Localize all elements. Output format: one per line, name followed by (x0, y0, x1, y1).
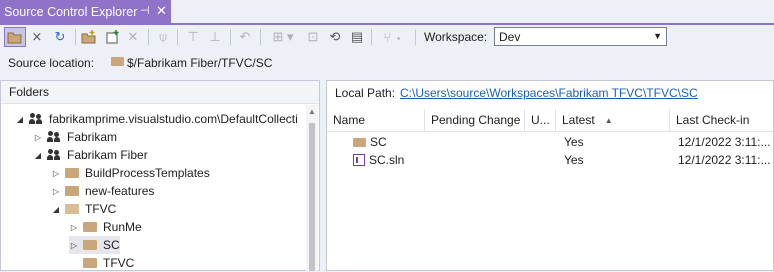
collapsed-icon[interactable]: ▷ (33, 133, 43, 142)
toolbar-separator (260, 29, 261, 45)
file-name-cell: SC (353, 135, 387, 149)
column-header-pending-change[interactable]: Pending Change (425, 109, 525, 131)
workspace-dropdown[interactable]: Dev ▼ (494, 27, 667, 46)
folders-header: Folders (1, 81, 319, 104)
tree-item-label: RunMe (103, 220, 142, 234)
toolbar-separator (371, 29, 372, 45)
folder-icon (65, 186, 79, 196)
tree-item[interactable]: ▷ RunMe (69, 218, 142, 236)
toolbar-separator (75, 29, 76, 45)
tree-item[interactable]: ▷ SC (69, 236, 120, 254)
folder-icon (83, 222, 97, 232)
add-items-icon[interactable] (102, 27, 122, 47)
title-bar: Source Control Explorer ⊣ ✕ (0, 0, 774, 23)
delete-icon[interactable]: ✕ (124, 27, 142, 47)
tree-item[interactable]: TFVC (69, 254, 134, 272)
tree-item-label: Fabrikam Fiber (67, 148, 148, 162)
tab-source-control-explorer[interactable]: Source Control Explorer ⊣ ✕ (0, 0, 171, 23)
close-icon[interactable]: ✕ (156, 3, 167, 19)
compare-icon[interactable]: ⊞ ▾ (266, 27, 300, 47)
expanded-icon[interactable]: ◢ (33, 151, 43, 160)
scrollbar-thumb[interactable] (309, 123, 315, 271)
tree-item-label: SC (103, 238, 120, 252)
local-path-link[interactable]: C:\Users\source\Workspaces\Fabrikam TFVC… (400, 86, 698, 100)
collapsed-icon[interactable]: ▷ (51, 187, 61, 196)
folder-icon (111, 57, 124, 66)
team-project-icon (29, 113, 43, 125)
folders-title: Folders (9, 85, 50, 99)
tree-item-label: new-features (85, 184, 155, 198)
expanded-icon[interactable]: ◢ (15, 115, 25, 124)
source-location-bar: Source location: $/Fabrikam Fiber/TFVC/S… (0, 52, 774, 74)
sort-ascending-icon: ▲ (604, 115, 613, 125)
refresh-icon[interactable]: ↻ (50, 27, 70, 47)
toolbar-separator (415, 29, 416, 45)
history-icon[interactable]: ⟲ (326, 27, 344, 47)
scroll-up-icon[interactable]: ▲ (308, 107, 316, 116)
tree-item-label: BuildProcessTemplates (85, 166, 210, 180)
team-project-icon (47, 149, 61, 161)
toolbar-separator (148, 29, 149, 45)
team-project-icon (47, 131, 61, 143)
folder-icon (65, 168, 79, 178)
toolbar-separator (230, 29, 231, 45)
file-name-cell: SC.sln (353, 153, 404, 167)
vertical-scrollbar[interactable]: ▲ (306, 105, 318, 271)
folder-open-icon (65, 204, 79, 214)
tree-item[interactable]: ◢ TFVC (51, 200, 116, 218)
get-latest-icon[interactable]: ⊤ (184, 27, 202, 47)
tree-item[interactable]: ◢ fabrikamprime.visualstudio.com\DefaultC… (15, 110, 298, 128)
column-header-user[interactable]: U... (525, 109, 556, 131)
collapsed-icon[interactable]: ▷ (51, 169, 61, 178)
workspace-value: Dev (499, 29, 521, 44)
tree-item[interactable]: ▷ new-features (51, 182, 154, 200)
workspace-label: Workspace: (424, 30, 488, 44)
column-header-latest[interactable]: Latest ▲ (556, 109, 670, 131)
annotate-icon[interactable]: ▤ (348, 27, 366, 47)
chevron-down-icon: ▼ (653, 31, 662, 41)
tree-item-label: TFVC (85, 202, 117, 216)
folders-pane: Folders ◢ fabrikamprime.visualstudio.com\… (0, 80, 320, 271)
tree-item-label: Fabrikam (67, 130, 118, 144)
folder-icon (83, 240, 97, 250)
solution-icon (353, 154, 365, 166)
branching-icon[interactable]: ⑂ ▾ (376, 27, 410, 47)
collapsed-icon[interactable]: ▷ (69, 223, 79, 232)
last-check-in-cell: 12/1/2022 3:11:... (678, 153, 771, 167)
local-path-label: Local Path: (335, 86, 396, 100)
source-location-label: Source location: (8, 56, 95, 70)
tab-title: Source Control Explorer (4, 4, 138, 19)
view-history-icon[interactable]: ⊡ (304, 27, 322, 47)
files-column-headers: Name Pending Change U... Latest ▲ Last C… (327, 109, 773, 132)
tree-item[interactable]: ▷ BuildProcessTemplates (51, 164, 210, 182)
toolbar-separator (177, 29, 178, 45)
toolbar: ⨯ ↻ ✕ ⍦ ⊤ ⊥ ↶ ⊞ ▾ ⊡ ⟲ ▤ ⑂ ▾ Workspace: D… (0, 25, 774, 49)
source-location-path[interactable]: $/Fabrikam Fiber/TFVC/SC (127, 56, 272, 70)
last-check-in-cell: 12/1/2022 3:11:... (678, 135, 771, 149)
new-folder-icon[interactable] (80, 27, 98, 47)
column-header-name[interactable]: Name (327, 109, 425, 131)
table-row[interactable]: SC Yes 12/1/2022 3:11:... (327, 133, 773, 151)
folder-icon (353, 138, 366, 147)
undo-icon[interactable]: ↶ (236, 27, 254, 47)
disconnect-icon[interactable]: ⨯ (28, 27, 46, 47)
tree-item-label: TFVC (103, 256, 135, 270)
check-in-icon[interactable]: ⊥ (206, 27, 224, 47)
tree-item[interactable]: ▷ Fabrikam (33, 128, 117, 146)
pin-icon[interactable]: ⊣ (140, 4, 150, 17)
files-pane: Local Path: C:\Users\source\Workspaces\F… (326, 80, 774, 271)
folder-icon (83, 258, 97, 268)
branch-icon[interactable]: ⍦ (154, 27, 172, 47)
open-folder-icon[interactable] (4, 27, 26, 47)
table-row[interactable]: SC.sln Yes 12/1/2022 3:11:... (327, 151, 773, 169)
tree-item-label: fabrikamprime.visualstudio.com\DefaultCo… (49, 112, 298, 126)
tree-item[interactable]: ◢ Fabrikam Fiber (33, 146, 148, 164)
latest-cell: Yes (564, 135, 584, 149)
latest-cell: Yes (564, 153, 584, 167)
collapsed-icon[interactable]: ▷ (69, 241, 79, 250)
column-header-last-check-in[interactable]: Last Check-in (670, 109, 773, 131)
expanded-icon[interactable]: ◢ (51, 205, 61, 214)
